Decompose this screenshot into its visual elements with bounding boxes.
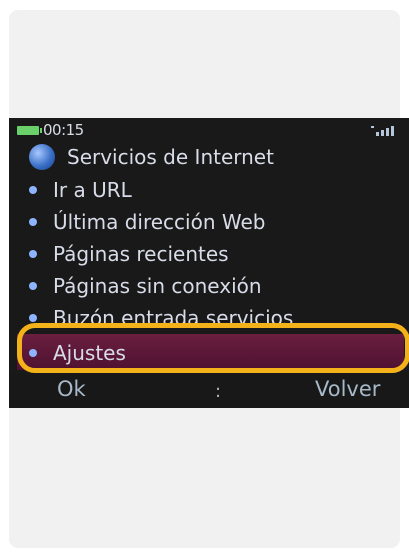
menu-item-paginas-sin-conexion[interactable]: Páginas sin conexión [29,271,262,300]
menu-item-label: Última dirección Web [53,209,266,234]
bullet-icon [29,249,37,258]
selection-highlight [17,323,409,373]
bullet-icon [29,281,37,290]
softkey-volver[interactable]: Volver [315,377,380,401]
menu-item-ultima-direccion-web[interactable]: Última dirección Web [29,207,265,236]
menu-item-label: Ir a URL [53,177,132,202]
status-bar: 00:15 [9,118,409,140]
menu-item-label: Páginas recientes [53,241,229,266]
menu-item-label: Páginas sin conexión [53,273,262,298]
bullet-icon [29,185,37,194]
signal-icon [371,126,394,136]
menu-title: Servicios de Internet [67,145,274,169]
battery-icon [17,126,42,135]
softkey-ok[interactable]: Ok [57,377,86,401]
phone-screen: 00:15 Servicios de Internet Ir a URL Últ… [9,118,409,408]
bullet-icon [29,313,37,322]
globe-icon [29,144,55,170]
bullet-icon [29,217,37,226]
menu-item-ir-a-url[interactable]: Ir a URL [29,175,132,204]
clock: 00:15 [43,121,84,139]
menu-title-row: Servicios de Internet [29,143,274,171]
softkey-bar: Ok : Volver [9,373,409,408]
softkey-center[interactable]: : [215,381,221,402]
menu-item-paginas-recientes[interactable]: Páginas recientes [29,239,229,268]
